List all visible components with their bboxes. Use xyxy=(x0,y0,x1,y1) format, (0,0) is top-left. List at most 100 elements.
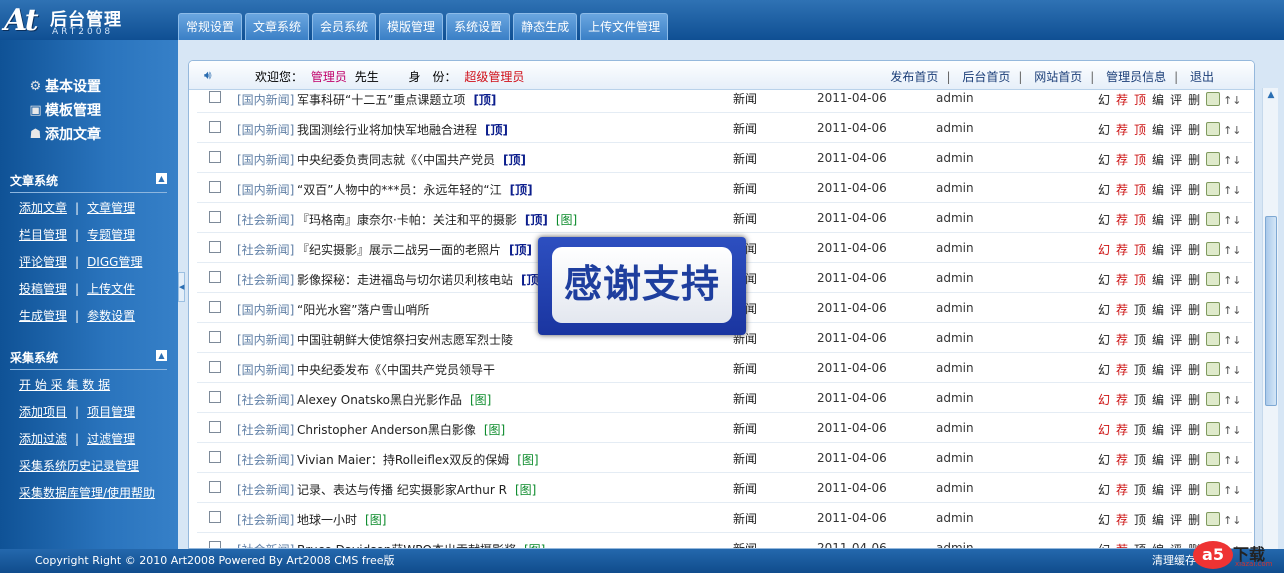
row-action-1[interactable]: 荐 xyxy=(1116,423,1128,437)
row-action-4[interactable]: 评 xyxy=(1170,333,1182,347)
row-action-1[interactable]: 荐 xyxy=(1116,93,1128,107)
recycle-icon[interactable] xyxy=(1206,272,1221,286)
row-action-1[interactable]: 荐 xyxy=(1116,513,1128,527)
row-category[interactable]: [国内新闻] xyxy=(237,181,294,198)
row-action-2[interactable]: 顶 xyxy=(1134,363,1146,377)
row-checkbox[interactable] xyxy=(209,421,221,433)
row-action-5[interactable]: 删 xyxy=(1188,423,1200,437)
row-checkbox[interactable] xyxy=(209,181,221,193)
row-action-1[interactable]: 荐 xyxy=(1116,453,1128,467)
recycle-icon[interactable] xyxy=(1206,422,1221,436)
recycle-icon[interactable] xyxy=(1206,92,1221,106)
row-action-0[interactable]: 幻 xyxy=(1098,93,1110,107)
row-action-3[interactable]: 编 xyxy=(1152,423,1164,437)
link-collect-db-help[interactable]: 采集数据库管理/使用帮助 xyxy=(19,486,155,500)
row-checkbox[interactable] xyxy=(209,511,221,523)
row-category[interactable]: [社会新闻] xyxy=(237,541,294,548)
link-topic-manage[interactable]: 专题管理 xyxy=(87,228,135,242)
link-digg-manage[interactable]: DIGG管理 xyxy=(87,255,142,269)
row-action-5[interactable]: 删 xyxy=(1188,483,1200,497)
row-action-5[interactable]: 删 xyxy=(1188,333,1200,347)
link-generate-manage[interactable]: 生成管理 xyxy=(19,309,67,323)
sort-arrows-icon[interactable]: ↑↓ xyxy=(1223,364,1241,377)
row-category[interactable]: [社会新闻] xyxy=(237,451,294,468)
link-comment-manage[interactable]: 评论管理 xyxy=(19,255,67,269)
row-checkbox[interactable] xyxy=(209,391,221,403)
row-category[interactable]: [国内新闻] xyxy=(237,121,294,138)
row-action-1[interactable]: 荐 xyxy=(1116,393,1128,407)
row-action-0[interactable]: 幻 xyxy=(1098,453,1110,467)
row-action-1[interactable]: 荐 xyxy=(1116,123,1128,137)
sort-arrows-icon[interactable]: ↑↓ xyxy=(1223,454,1241,467)
row-checkbox[interactable] xyxy=(209,91,221,103)
sort-arrows-icon[interactable]: ↑↓ xyxy=(1223,124,1241,137)
row-action-2[interactable]: 顶 xyxy=(1134,213,1146,227)
row-action-5[interactable]: 删 xyxy=(1188,363,1200,377)
row-action-1[interactable]: 荐 xyxy=(1116,363,1128,377)
recycle-icon[interactable] xyxy=(1206,362,1221,376)
row-action-1[interactable]: 荐 xyxy=(1116,153,1128,167)
row-category[interactable]: [社会新闻] xyxy=(237,481,294,498)
row-category[interactable]: [国内新闻] xyxy=(237,331,294,348)
row-title-link[interactable]: 影像探秘：走进福岛与切尔诺贝利核电站 xyxy=(297,273,513,287)
row-action-4[interactable]: 评 xyxy=(1170,243,1182,257)
row-title-link[interactable]: 我国测绘行业将加快军地融合进程 xyxy=(297,123,477,137)
row-title-link[interactable]: 中央纪委发布《〈中国共产党员领导干 xyxy=(297,363,495,377)
row-action-0[interactable]: 幻 xyxy=(1098,363,1110,377)
sort-arrows-icon[interactable]: ↑↓ xyxy=(1223,514,1241,527)
row-action-4[interactable]: 评 xyxy=(1170,453,1182,467)
sort-arrows-icon[interactable]: ↑↓ xyxy=(1223,394,1241,407)
row-action-4[interactable]: 评 xyxy=(1170,363,1182,377)
row-action-0[interactable]: 幻 xyxy=(1098,183,1110,197)
sort-arrows-icon[interactable]: ↑↓ xyxy=(1223,244,1241,257)
recycle-icon[interactable] xyxy=(1206,302,1221,316)
link-collect-history[interactable]: 采集系统历史记录管理 xyxy=(19,459,139,473)
row-action-3[interactable]: 编 xyxy=(1152,153,1164,167)
recycle-icon[interactable] xyxy=(1206,122,1221,136)
row-action-3[interactable]: 编 xyxy=(1152,303,1164,317)
nav-tab-general[interactable]: 常规设置 xyxy=(178,13,243,40)
row-checkbox[interactable] xyxy=(209,271,221,283)
nav-tab-members[interactable]: 会员系统 xyxy=(312,13,377,40)
row-category[interactable]: [社会新闻] xyxy=(237,421,294,438)
row-title-link[interactable]: Alexey Onatsko黑白光影作品 xyxy=(297,393,462,407)
link-submission-manage[interactable]: 投稿管理 xyxy=(19,282,67,296)
row-action-2[interactable]: 顶 xyxy=(1134,393,1146,407)
row-checkbox[interactable] xyxy=(209,121,221,133)
link-param-settings[interactable]: 参数设置 xyxy=(87,309,135,323)
row-action-5[interactable]: 删 xyxy=(1188,183,1200,197)
row-action-0[interactable]: 幻 xyxy=(1098,303,1110,317)
row-checkbox[interactable] xyxy=(209,301,221,313)
row-action-2[interactable]: 顶 xyxy=(1134,453,1146,467)
row-action-0[interactable]: 幻 xyxy=(1098,393,1110,407)
nav-tab-templates[interactable]: 模版管理 xyxy=(379,13,444,40)
row-action-2[interactable]: 顶 xyxy=(1134,303,1146,317)
link-admin-info[interactable]: 管理员信息 xyxy=(1106,70,1166,84)
row-title-link[interactable]: 地球一小时 xyxy=(297,513,357,527)
scrollbar[interactable]: ▲ xyxy=(1262,88,1278,549)
row-action-2[interactable]: 顶 xyxy=(1134,333,1146,347)
row-action-5[interactable]: 删 xyxy=(1188,153,1200,167)
quick-link-basic-settings[interactable]: ⚙ 基本设置 xyxy=(28,76,101,96)
link-project-manage[interactable]: 项目管理 xyxy=(87,405,135,419)
sort-arrows-icon[interactable]: ↑↓ xyxy=(1223,334,1241,347)
row-title-link[interactable]: Vivian Maier：持Rolleiflex双反的保姆 xyxy=(297,453,509,467)
row-action-2[interactable]: 顶 xyxy=(1134,423,1146,437)
row-action-5[interactable]: 删 xyxy=(1188,243,1200,257)
row-action-3[interactable]: 编 xyxy=(1152,123,1164,137)
row-category[interactable]: [社会新闻] xyxy=(237,391,294,408)
row-title-link[interactable]: “阳光水窖”落户雪山哨所 xyxy=(297,303,429,317)
row-checkbox[interactable] xyxy=(209,331,221,343)
row-title-link[interactable]: 中国驻朝鲜大使馆祭扫安州志愿军烈士陵 xyxy=(297,333,513,347)
row-action-5[interactable]: 删 xyxy=(1188,273,1200,287)
link-logout[interactable]: 退出 xyxy=(1190,70,1214,84)
link-upload-file[interactable]: 上传文件 xyxy=(87,282,135,296)
row-action-0[interactable]: 幻 xyxy=(1098,513,1110,527)
row-title-link[interactable]: Christopher Anderson黑白影像 xyxy=(297,423,476,437)
row-title-link[interactable]: 中央纪委负责同志就《〈中国共产党员 xyxy=(297,153,495,167)
row-action-2[interactable]: 顶 xyxy=(1134,273,1146,287)
row-title-link[interactable]: 『纪实摄影』展示二战另一面的老照片 xyxy=(297,243,501,257)
row-action-1[interactable]: 荐 xyxy=(1116,183,1128,197)
row-action-3[interactable]: 编 xyxy=(1152,483,1164,497)
row-action-1[interactable]: 荐 xyxy=(1116,303,1128,317)
